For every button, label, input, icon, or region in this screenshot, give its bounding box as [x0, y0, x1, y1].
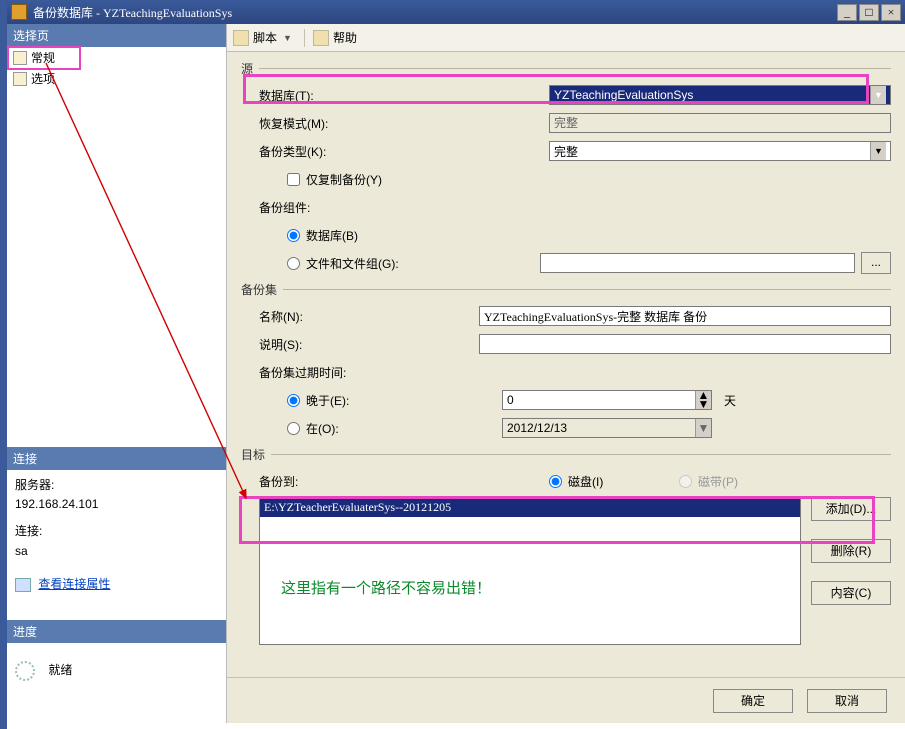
- connection-info: 服务器: 192.168.24.101 连接: sa 查看连接属性: [7, 470, 226, 620]
- content-pane: 脚本 ▼ 帮助 源 数据库(T): YZTeachingEvaluationSy…: [227, 24, 905, 723]
- page-icon: [13, 51, 27, 65]
- description-label: 说明(S):: [259, 336, 479, 353]
- maximize-button[interactable]: □: [859, 4, 879, 21]
- titlebar: 备份数据库 - YZTeachingEvaluationSys _ □ ×: [7, 0, 905, 24]
- sidebar-item-options[interactable]: 选项: [7, 68, 226, 89]
- chevron-down-icon: ▼: [870, 86, 886, 104]
- chevron-down-icon: ▼: [695, 419, 711, 437]
- sidebar-progress-header: 进度: [7, 620, 226, 643]
- destination-list[interactable]: E:\YZTeacherEvaluaterSys--20121205: [259, 497, 801, 645]
- expire-on-value: [503, 419, 695, 437]
- expire-after-radio[interactable]: [287, 394, 300, 407]
- cancel-button[interactable]: 取消: [807, 689, 887, 713]
- connection-label: 连接:: [15, 522, 218, 541]
- window-title: 备份数据库 - YZTeachingEvaluationSys: [33, 4, 837, 21]
- chevron-down-icon: ▼: [870, 142, 886, 160]
- page-icon: [13, 72, 27, 86]
- connection-value: sa: [15, 542, 218, 561]
- progress-info: 就绪: [7, 643, 226, 723]
- group-backupset-label: 备份集: [241, 281, 277, 298]
- database-label: 数据库(T):: [259, 87, 549, 104]
- dest-disk-label: 磁盘(I): [568, 473, 603, 490]
- backup-component-label: 备份组件:: [259, 199, 549, 216]
- progress-status: 就绪: [48, 663, 72, 677]
- sidebar-select-pages-header: 选择页: [7, 24, 226, 47]
- sidebar-item-label: 常规: [31, 49, 55, 66]
- toolbar: 脚本 ▼ 帮助: [227, 24, 905, 52]
- server-value: 192.168.24.101: [15, 495, 218, 514]
- remove-button[interactable]: 删除(R): [811, 539, 891, 563]
- recovery-model-label: 恢复模式(M):: [259, 115, 549, 132]
- view-connection-props-link[interactable]: 查看连接属性: [38, 577, 110, 591]
- name-label: 名称(N):: [259, 308, 479, 325]
- help-icon: [313, 30, 329, 46]
- component-database-radio[interactable]: [287, 229, 300, 242]
- connection-props-icon: [15, 578, 31, 592]
- database-value: YZTeachingEvaluationSys: [554, 88, 693, 102]
- expire-on-datepicker[interactable]: ▼: [502, 418, 712, 438]
- database-select[interactable]: YZTeachingEvaluationSys ▼: [549, 85, 891, 105]
- recovery-model-value: 完整: [549, 113, 891, 133]
- destination-list-item[interactable]: E:\YZTeacherEvaluaterSys--20121205: [260, 498, 800, 517]
- annotation-text: 这里指有一个路径不容易出错！: [281, 577, 491, 598]
- add-button[interactable]: 添加(D)...: [811, 497, 891, 521]
- expire-label: 备份集过期时间:: [259, 364, 549, 381]
- filegroup-browse-button[interactable]: ...: [861, 252, 891, 274]
- close-button[interactable]: ×: [881, 4, 901, 21]
- dest-disk-radio[interactable]: [549, 475, 562, 488]
- expire-on-radio[interactable]: [287, 422, 300, 435]
- component-filegroup-radio[interactable]: [287, 257, 300, 270]
- component-database-label: 数据库(B): [306, 227, 358, 244]
- sidebar-connection-header: 连接: [7, 447, 226, 470]
- contents-button[interactable]: 内容(C): [811, 581, 891, 605]
- expire-after-spinner[interactable]: ▲▼: [502, 390, 712, 410]
- expire-on-label: 在(O):: [306, 420, 502, 437]
- script-icon: [233, 30, 249, 46]
- backup-type-label: 备份类型(K):: [259, 143, 549, 160]
- ok-button[interactable]: 确定: [713, 689, 793, 713]
- server-label: 服务器:: [15, 476, 218, 495]
- sidebar-item-general[interactable]: 常规: [7, 47, 226, 68]
- help-button[interactable]: 帮助: [333, 29, 357, 46]
- expire-after-value[interactable]: [503, 391, 695, 409]
- sidebar: 选择页 常规 选项 连接 服务器: 192.168.24.101 连接: sa: [7, 24, 227, 723]
- expire-after-unit: 天: [724, 392, 736, 409]
- backup-to-label: 备份到:: [259, 473, 549, 490]
- filegroup-textbox[interactable]: [540, 253, 855, 273]
- dest-tape-label: 磁带(P): [698, 473, 738, 490]
- minimize-button[interactable]: _: [837, 4, 857, 21]
- progress-spinner-icon: [15, 661, 35, 681]
- copy-only-checkbox[interactable]: [287, 173, 300, 186]
- expire-after-label: 晚于(E):: [306, 392, 502, 409]
- dialog-footer: 确定 取消: [227, 677, 905, 723]
- dest-tape-radio: [679, 475, 692, 488]
- backup-type-value: 完整: [554, 143, 578, 160]
- app-icon: [11, 4, 27, 20]
- sidebar-item-label: 选项: [31, 70, 55, 87]
- group-destination-label: 目标: [241, 446, 265, 463]
- script-button[interactable]: 脚本: [253, 29, 277, 46]
- copy-only-label: 仅复制备份(Y): [306, 171, 382, 188]
- component-filegroup-label: 文件和文件组(G):: [306, 255, 540, 272]
- name-textbox[interactable]: [479, 306, 891, 326]
- group-source-label: 源: [241, 60, 253, 77]
- description-textbox[interactable]: [479, 334, 891, 354]
- script-dropdown-icon[interactable]: ▼: [281, 33, 296, 43]
- backup-type-select[interactable]: 完整 ▼: [549, 141, 891, 161]
